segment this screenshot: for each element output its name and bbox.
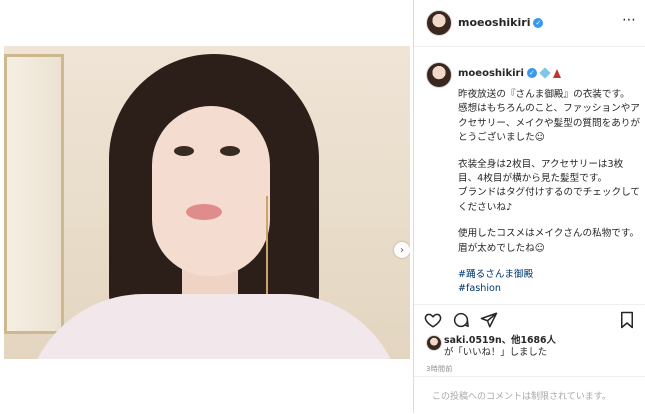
liker-username[interactable]: saki.0519n: [444, 335, 502, 346]
avatar[interactable]: [426, 10, 452, 36]
instagram-post: › moeoshikiri ✓ ⋯ moeoshikiri ✓ 昨夜放送の『さんま御…: [0, 0, 645, 413]
photo-eye-right: [220, 146, 240, 156]
likes-suffix: が「いいね！」しました: [444, 347, 548, 358]
caption-text: 昨夜放送の『さんま御殿』の衣装です。 感想はもちろんのこと、ファッションやアクセ…: [458, 88, 640, 297]
comment-bar: この投稿へのコメントは制限されています。: [414, 376, 645, 414]
comment-restricted-text: この投稿へのコメントは制限されています。: [432, 392, 611, 402]
caption-paragraph-2: 衣装全身は2枚目、アクセサリーは3枚目、4枚目が横から見た髪型です。 ブランドは…: [458, 158, 640, 213]
gem-icon: [539, 67, 551, 79]
chevron-right-icon: ›: [400, 244, 404, 256]
photo-earring: [266, 196, 268, 294]
caption-paragraph-1: 昨夜放送の『さんま御殿』の衣装です。 感想はもちろんのこと、ファッションやアクセ…: [458, 89, 640, 144]
photo-blouse: [24, 294, 404, 359]
heart-icon[interactable]: [424, 311, 442, 329]
post-timestamp[interactable]: 3時間前: [426, 364, 453, 374]
action-bar: [414, 304, 645, 333]
caption-paragraph-3: 使用したコスメはメイクさんの私物です。 眉が太めでしたね☺︎: [458, 228, 640, 254]
caption-username[interactable]: moeoshikiri: [458, 68, 524, 79]
verified-badge-icon: ✓: [533, 18, 544, 28]
wall-painting: [4, 54, 64, 334]
post-sidebar: moeoshikiri ✓ ⋯ moeoshikiri ✓ 昨夜放送の『さんま御殿』…: [414, 0, 645, 413]
ellipsis-icon[interactable]: ⋯: [622, 12, 636, 28]
hashtag-link[interactable]: #fashion: [458, 282, 640, 296]
likes-count[interactable]: 、他1686人: [502, 335, 556, 346]
liker-avatar[interactable]: [426, 335, 442, 351]
post-header: moeoshikiri ✓ ⋯: [414, 0, 645, 47]
verified-badge-icon: ✓: [526, 68, 537, 78]
header-username-row: moeoshikiri ✓: [458, 16, 544, 29]
caption: moeoshikiri ✓ 昨夜放送の『さんま御殿』の衣装です。 感想はもちろんの…: [414, 50, 645, 298]
caption-username-row: moeoshikiri ✓: [458, 67, 561, 79]
next-photo-button[interactable]: ›: [394, 242, 410, 258]
post-photo[interactable]: ›: [4, 46, 410, 359]
hashtag-link[interactable]: #踊るさんま御殿: [458, 268, 640, 282]
photo-lips: [186, 204, 222, 220]
photo-face: [152, 106, 270, 276]
comment-icon[interactable]: [452, 311, 470, 329]
caption-avatar[interactable]: [426, 62, 452, 88]
dress-icon: [552, 68, 561, 78]
header-username[interactable]: moeoshikiri: [458, 16, 530, 29]
bookmark-icon[interactable]: [618, 311, 636, 329]
share-icon[interactable]: [480, 311, 498, 329]
photo-eye-left: [174, 146, 194, 156]
